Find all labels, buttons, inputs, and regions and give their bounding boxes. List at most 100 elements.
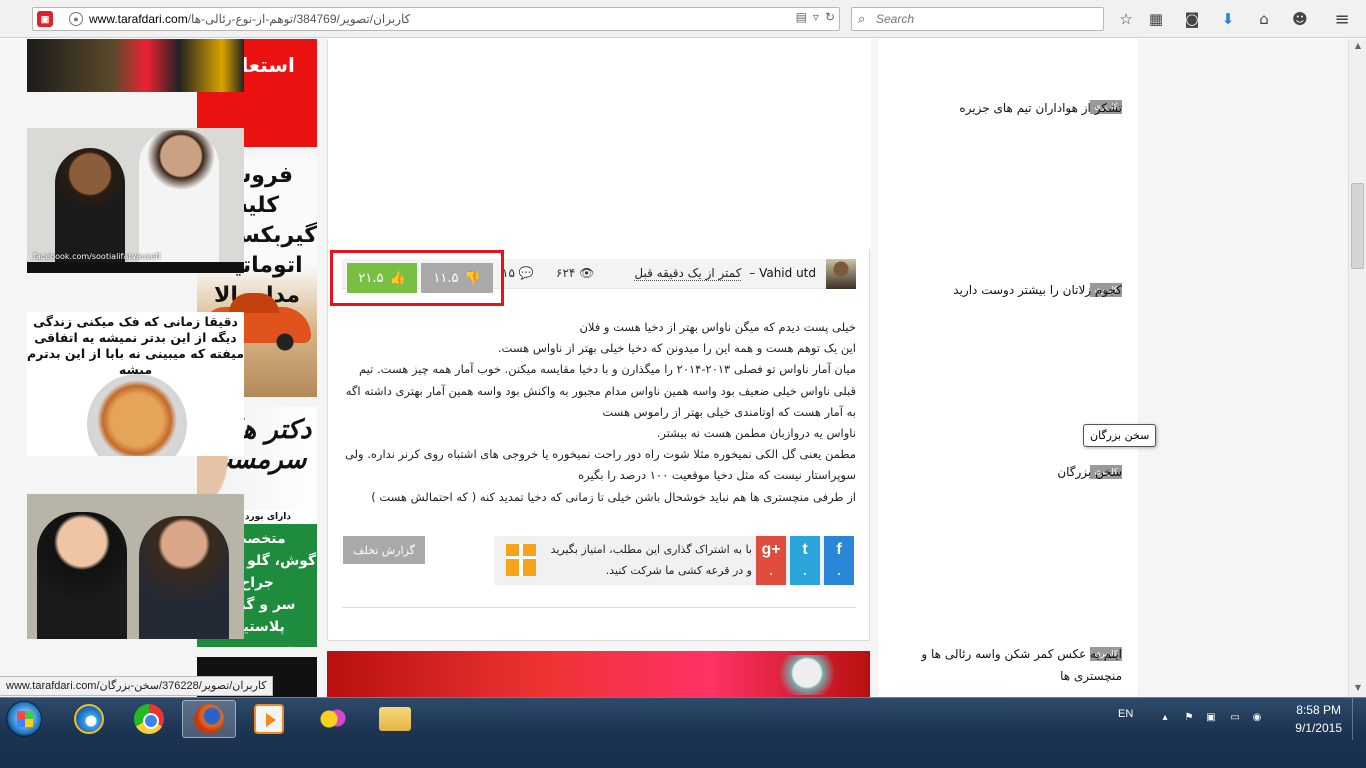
author-separator: – <box>749 266 756 280</box>
bookmarks-menu-icon[interactable]: ▦ <box>1146 9 1166 29</box>
search-icon: ⌕ <box>858 11 866 26</box>
dislike-button[interactable]: ۱۱.۵ 👎 <box>421 263 493 293</box>
article-body: خیلی پست دیدم که میگن ناواس بهتر از دخیا… <box>342 317 856 508</box>
person-image <box>139 516 229 639</box>
article-card: Vahid utd – کمتر از یک دقیقه قبل ۶۲۴ 👁 ۱… <box>327 39 871 641</box>
like-button[interactable]: ۲۱.۵ 👍 <box>347 263 417 293</box>
facebook-share-button[interactable]: f ۰ <box>824 536 854 585</box>
bottom-ad-banner[interactable] <box>327 651 870 697</box>
sidebar-caption[interactable]: کجوم زلاتان را بیشتر دوست دارید <box>902 279 1122 301</box>
firefox-icon <box>194 704 224 734</box>
gift-icon <box>506 544 536 576</box>
post-time: کمتر از یک دقیقه قبل <box>634 266 742 281</box>
taskbar-firefox[interactable] <box>182 700 236 738</box>
image-watermark: facebook.com/sootialifarvausefi <box>33 252 161 261</box>
facebook-share-count: ۰ <box>836 568 842 580</box>
language-indicator[interactable]: EN <box>1118 708 1133 720</box>
scroll-thumb[interactable] <box>1351 183 1364 269</box>
sidebar-thumb-4[interactable] <box>27 494 244 639</box>
share-reward-line: با به اشتراک گذاری این مطلب، امتیاز بگیر… <box>550 543 752 556</box>
url-path: /کاربران/تصویر/384769/توهم-از-نوع-رئالی-… <box>187 12 411 26</box>
sidebar-caption[interactable]: تشکر از هواداران تیم های جزیره <box>902 97 1122 119</box>
url-text[interactable]: www.tarafdari.com/کاربران/تصویر/384769/ت… <box>89 12 410 26</box>
chrome-icon <box>134 704 164 734</box>
share-reward-text: با به اشتراک گذاری این مطلب، امتیاز بگیر… <box>508 536 762 585</box>
author-line: Vahid utd – کمتر از یک دقیقه قبل <box>634 266 816 281</box>
start-button[interactable] <box>6 701 42 737</box>
reader-view-icon[interactable]: ▤ <box>796 10 807 24</box>
media-player-icon <box>254 704 284 734</box>
article-line: از طرفی منچستری ها هم نباید خوشحال باشن … <box>371 489 856 504</box>
taskbar-chrome[interactable] <box>122 700 176 738</box>
taskbar-clock[interactable]: 8:58 PM 9/1/2015 <box>1295 701 1342 737</box>
sidebar-column <box>878 39 1138 697</box>
ad3-line: بینی و صورت <box>197 638 317 647</box>
puppet-image <box>87 374 187 456</box>
views-count: ۶۲۴ <box>556 266 576 280</box>
sidebar-thumb-1[interactable] <box>27 39 244 92</box>
author-avatar[interactable] <box>826 259 856 289</box>
like-count: ۲۱.۵ <box>358 270 384 286</box>
clock-time: 8:58 PM <box>1296 703 1341 717</box>
globe-icon[interactable]: ● <box>69 12 83 26</box>
article-line: سوپراستار نیست که مثل دخیا موقعیت ۱۰۰ در… <box>578 468 856 483</box>
network-icon[interactable]: ▭ <box>1228 711 1242 725</box>
thumbs-down-icon: 👎 <box>464 270 481 286</box>
comments-counter[interactable]: ۱۵ 💬 <box>502 266 534 280</box>
home-icon[interactable]: ⌂ <box>1254 9 1274 29</box>
search-input[interactable] <box>876 11 1096 27</box>
url-bar[interactable]: ▣ ● www.tarafdari.com/کاربران/تصویر/3847… <box>32 7 840 31</box>
scroll-up-arrow-icon[interactable]: ▲ <box>1352 41 1364 53</box>
pocket-icon[interactable]: ◙ <box>1182 9 1202 29</box>
bookmark-star-icon[interactable]: ☆ <box>1116 9 1136 29</box>
article-line: مطمن یعنی گل الکی نمیخوره مثلا شوت راه د… <box>344 447 856 462</box>
report-abuse-button[interactable]: گزارش تخلف <box>343 536 425 564</box>
share-panel: f ۰ t ۰ g+ ۰ با به اشتراک گذاری این مطلب… <box>494 536 854 585</box>
thumbs-up-icon: 👍 <box>389 270 406 286</box>
site-favicon-icon: ▣ <box>37 11 53 27</box>
article-line: این یک توهم هست و همه این را میدونن که د… <box>497 341 856 356</box>
taskbar-internet-explorer[interactable] <box>62 700 116 738</box>
views-counter: ۶۲۴ 👁 <box>556 266 594 280</box>
clock-date: 9/1/2015 <box>1295 721 1342 735</box>
taskbar-media-player[interactable] <box>242 700 296 738</box>
taskbar-explorer[interactable] <box>368 700 422 738</box>
taskbar-messenger[interactable] <box>305 700 359 738</box>
dislike-count: ۱۱.۵ <box>433 270 459 286</box>
scroll-down-arrow-icon[interactable]: ▼ <box>1352 683 1364 695</box>
internet-explorer-icon <box>74 704 104 734</box>
page-content: استعلام فروش کلیه گیربکس‌های اتوماتیک مد… <box>0 39 1348 697</box>
security-icon[interactable]: ▣ <box>1204 711 1218 725</box>
menu-icon[interactable]: ≡ <box>1332 9 1352 30</box>
sidebar-thumb-3[interactable]: دقیقا زمانی که فک میکنی زندگی دیگه از ای… <box>27 312 244 456</box>
search-bar[interactable]: ⌕ <box>851 7 1104 31</box>
downloads-icon[interactable]: ⬇ <box>1218 9 1238 29</box>
reload-icon[interactable]: ↻ <box>825 10 835 24</box>
comment-bubble-icon: 💬 <box>518 266 534 280</box>
article-line: خیلی پست دیدم که میگن ناواس بهتر از دخیا… <box>579 320 856 334</box>
url-actions: ▤ ▿ ↻ <box>796 10 835 24</box>
volume-icon[interactable]: ◉ <box>1250 711 1264 725</box>
article-line: به آمار هست که اوتامندی خیلی بهتر از رام… <box>602 404 856 419</box>
twitter-share-count: ۰ <box>802 568 808 580</box>
vertical-scrollbar[interactable]: ▲ ▼ <box>1348 39 1366 697</box>
tray-expand-icon[interactable]: ▴ <box>1158 711 1172 725</box>
twitter-icon: t <box>802 541 808 558</box>
system-tray: EN ▴ ⚑ ▣ ▭ ◉ 8:58 PM 9/1/2015 <box>1116 698 1366 740</box>
action-center-flag-icon[interactable]: ⚑ <box>1182 711 1196 725</box>
author-name[interactable]: Vahid utd <box>759 266 816 280</box>
share-reward-line: و در قرعه کشی ما شرکت کنید. <box>605 564 752 577</box>
browser-toolbar: ▣ ● www.tarafdari.com/کاربران/تصویر/3847… <box>0 0 1366 38</box>
sidebar-caption[interactable]: سخن بزرگان <box>902 461 1122 483</box>
status-link-preview: www.tarafdari.com/کاربران/تصویر/376228/س… <box>0 676 274 696</box>
article-line: میان آمار ناواس تو فصلی ۲۰۱۳-۲۰۱۴ را میگ… <box>359 362 856 377</box>
sidebar-caption[interactable]: اینم یه عکس کمر شکن واسه رئالی ها و منچس… <box>902 643 1122 687</box>
sidebar-thumb-2[interactable]: facebook.com/sootialifarvausefi <box>27 128 244 273</box>
article-line: ناواس یه دروازبان مطمن هست نه بیشتر. <box>656 426 856 441</box>
twitter-share-button[interactable]: t ۰ <box>790 536 820 585</box>
show-desktop-button[interactable] <box>1352 698 1366 740</box>
link-tooltip: سخن بزرگان <box>1083 424 1157 447</box>
hello-chat-icon[interactable]: ☻ <box>1290 9 1310 29</box>
dropdown-arrow-icon[interactable]: ▿ <box>813 10 819 24</box>
eye-icon: 👁 <box>579 266 595 280</box>
